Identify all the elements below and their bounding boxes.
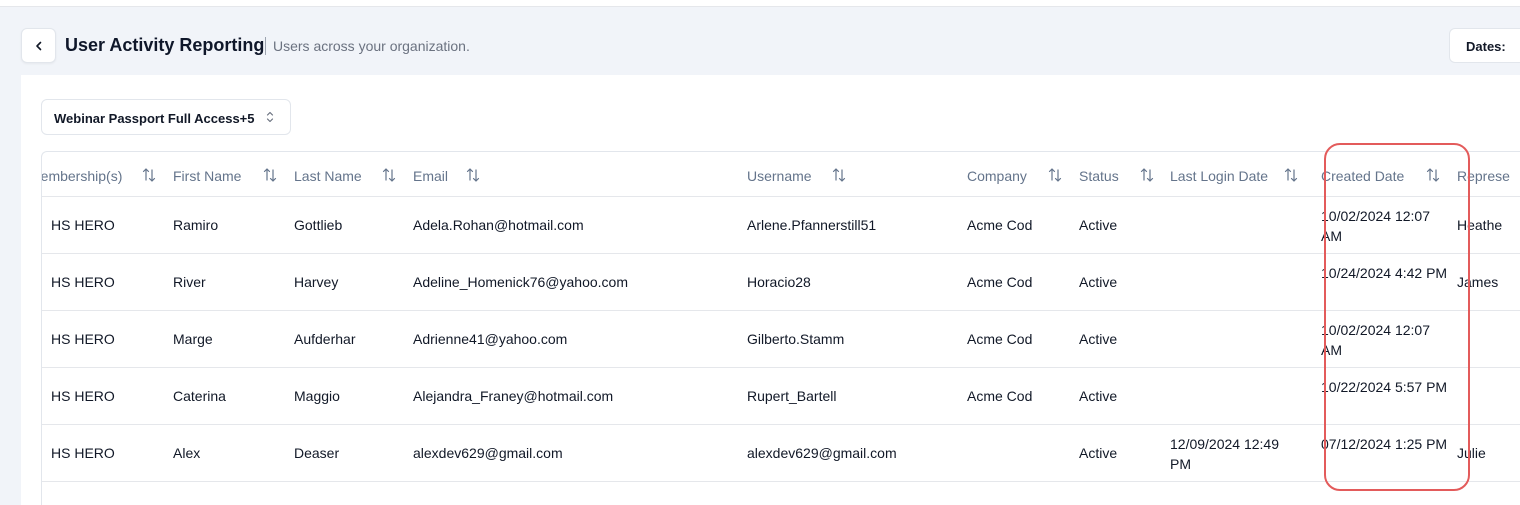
th-representative[interactable]: Represe (1457, 168, 1510, 184)
cell-first-name: River (173, 274, 206, 290)
cell-last-name: Aufderhar (294, 331, 356, 347)
table-row[interactable]: HS HERO Marge Aufderhar Adrienne41@yahoo.co… (42, 311, 1520, 368)
top-bar (0, 0, 1520, 7)
cell-username: Arlene.Pfannerstill51 (747, 217, 877, 233)
dates-filter-button[interactable]: Dates: (1449, 28, 1520, 63)
cell-username: Rupert_Bartell (747, 388, 837, 404)
th-last-login-date[interactable]: Last Login Date (1170, 168, 1268, 184)
page-header: User Activity Reporting Users across you… (21, 28, 1520, 63)
sort-arrows-icon[interactable] (466, 167, 480, 183)
cell-last-name: Deaser (294, 445, 340, 461)
table-row[interactable]: HS HERO River Harvey Adeline_Homenick76@yah… (42, 254, 1520, 311)
cell-membership: HS HERO (51, 217, 115, 233)
th-last-name[interactable]: Last Name (294, 168, 362, 184)
sort-arrows-icon[interactable] (263, 167, 277, 183)
cell-email: Adela.Rohan@hotmail.com (413, 217, 584, 233)
cell-representative: Heathe (1457, 217, 1503, 233)
cell-membership: HS HERO (51, 388, 115, 404)
cell-last-name: Gottlieb (294, 217, 343, 233)
th-first-name[interactable]: First Name (173, 168, 241, 184)
table-row[interactable]: HS HERO Alex Deaser alexdev629@gmail.com ale… (42, 425, 1520, 482)
cell-status: Active (1079, 388, 1118, 404)
cell-representative: Julie (1457, 445, 1486, 461)
page-title: User Activity Reporting (65, 35, 265, 55)
cell-company: Acme Cod (967, 217, 1033, 233)
cell-email: alexdev629@gmail.com (413, 445, 563, 461)
title-divider (265, 37, 266, 55)
cell-username: Gilberto.Stamm (747, 331, 845, 347)
cell-membership: HS HERO (51, 445, 115, 461)
cell-created-date: 10/24/2024 4:42 PM (1321, 265, 1448, 281)
cell-company: Acme Cod (967, 274, 1033, 290)
cell-representative: James (1457, 274, 1499, 290)
cell-membership: HS HERO (51, 274, 115, 290)
th-membership[interactable]: Membership(s) (42, 168, 122, 184)
cell-created-date: 10/02/2024 12:07 AM (1321, 208, 1430, 244)
cell-status: Active (1079, 445, 1118, 461)
table-header: Membership(s) First Name Last Name Email Use… (42, 152, 1520, 197)
cell-status: Active (1079, 217, 1118, 233)
cell-first-name: Ramiro (173, 217, 219, 233)
table-row[interactable]: HS HERO Caterina Maggio Alejandra_Franey@ho… (42, 368, 1520, 425)
report-card: Webinar Passport Full Access+5 Membershi… (21, 75, 1520, 505)
back-button[interactable] (21, 28, 56, 63)
user-activity-table: Membership(s) First Name Last Name Email Use… (41, 151, 1520, 505)
cell-first-name: Marge (173, 331, 213, 347)
cell-username: alexdev629@gmail.com (747, 445, 897, 461)
membership-filter-value: Webinar Passport Full Access+5 (54, 111, 255, 126)
cell-username: Horacio28 (747, 274, 811, 290)
cell-created-date: 07/12/2024 1:25 PM (1321, 436, 1448, 452)
cell-last-login-date: 12/09/2024 12:49 PM (1170, 436, 1279, 472)
th-created-date[interactable]: Created Date (1321, 168, 1404, 184)
cell-email: Alejandra_Franey@hotmail.com (413, 388, 614, 404)
sort-arrows-icon[interactable] (382, 167, 396, 183)
sort-arrows-icon[interactable] (1048, 167, 1062, 183)
sort-arrows-icon[interactable] (142, 167, 156, 183)
cell-email: Adrienne41@yahoo.com (413, 331, 568, 347)
th-email[interactable]: Email (413, 168, 448, 184)
th-username[interactable]: Username (747, 168, 812, 184)
page-subtitle: Users across your organization. (273, 38, 470, 54)
cell-created-date: 10/02/2024 12:07 AM (1321, 322, 1430, 358)
sort-arrows-icon[interactable] (1426, 167, 1440, 183)
cell-status: Active (1079, 331, 1118, 347)
cell-last-name: Maggio (294, 388, 340, 404)
cell-company: Acme Cod (967, 331, 1033, 347)
membership-filter-select[interactable]: Webinar Passport Full Access+5 (41, 99, 291, 135)
cell-first-name: Alex (173, 445, 201, 461)
cell-created-date: 10/22/2024 5:57 PM (1321, 379, 1448, 395)
cell-first-name: Caterina (173, 388, 226, 404)
cell-company: Acme Cod (967, 388, 1033, 404)
chevron-left-icon (35, 41, 41, 50)
th-company[interactable]: Company (967, 168, 1027, 184)
cell-status: Active (1079, 274, 1118, 290)
sort-arrows-icon[interactable] (832, 167, 846, 183)
th-status[interactable]: Status (1079, 168, 1119, 184)
sort-arrows-icon[interactable] (1140, 167, 1154, 183)
cell-last-name: Harvey (294, 274, 339, 290)
cell-email: Adeline_Homenick76@yahoo.com (413, 274, 628, 290)
sort-arrows-icon[interactable] (1284, 167, 1298, 183)
table-row[interactable]: HS HERO Ramiro Gottlieb Adela.Rohan@hotmail… (42, 197, 1520, 254)
cell-membership: HS HERO (51, 331, 115, 347)
chevron-up-down-icon (266, 111, 274, 123)
